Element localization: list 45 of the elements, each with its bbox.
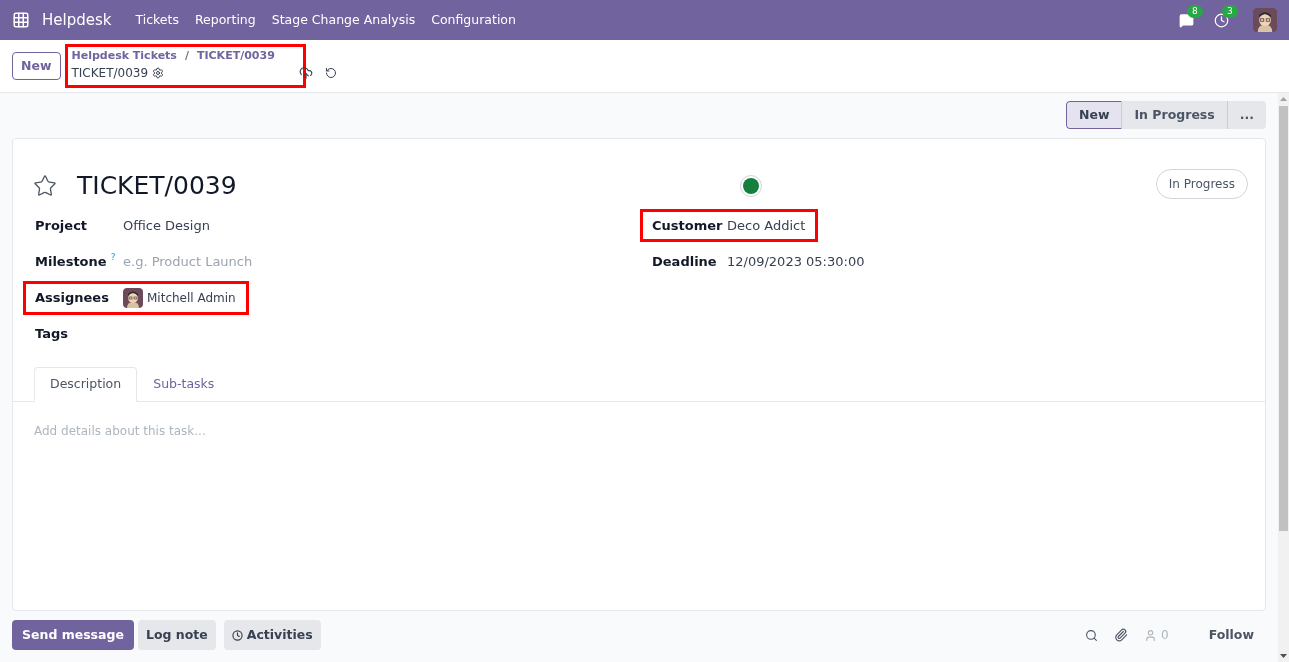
field-label: Project	[35, 216, 88, 235]
activities-icon[interactable]	[1214, 12, 1229, 28]
field-value[interactable]: 12/09/2023 05:30:00	[727, 251, 865, 272]
send-message-button[interactable]: Send message	[12, 620, 134, 650]
menu-item[interactable]: Tickets	[127, 0, 187, 40]
apps-menu-icon[interactable]	[12, 11, 30, 29]
field-label: Assignees	[35, 288, 109, 307]
breadcrumb-link[interactable]: Helpdesk Tickets	[71, 47, 177, 64]
log-note-button[interactable]: Log note	[137, 620, 216, 650]
help-mark[interactable]: ?	[110, 250, 116, 265]
save-icon[interactable]	[298, 66, 313, 80]
breadcrumb-separator: /	[184, 47, 189, 64]
field-value[interactable]: Office Design	[123, 215, 210, 236]
follow-button[interactable]: Follow	[1208, 625, 1254, 645]
ticket-title: TICKET/0039	[77, 170, 237, 202]
favorite-star-icon[interactable]	[33, 173, 57, 198]
search-icon[interactable]	[1085, 628, 1099, 642]
activities-button[interactable]: Activities	[223, 620, 321, 650]
menu-item[interactable]: Stage Change Analysis	[263, 0, 424, 40]
field-label: Deadline	[652, 252, 717, 271]
stage-button[interactable]: New	[1065, 101, 1123, 129]
stage-button[interactable]: ...	[1227, 101, 1266, 129]
record-name: TICKET/0039	[71, 65, 149, 82]
form-tab[interactable]: Description	[34, 366, 138, 402]
menu-item[interactable]: Reporting	[186, 0, 264, 40]
discard-icon[interactable]	[324, 67, 337, 79]
form-tab[interactable]: Sub-tasks	[137, 366, 231, 402]
message-count-badge: 8	[1187, 4, 1203, 18]
user-avatar	[123, 287, 143, 308]
settings-icon[interactable]	[152, 67, 165, 79]
field-value[interactable]: Deco Addict	[727, 215, 806, 236]
breadcrumb-current: TICKET/0039	[196, 47, 275, 64]
stage-button[interactable]: In Progress	[1122, 101, 1228, 129]
app-name[interactable]: Helpdesk	[42, 8, 112, 32]
clock-icon	[231, 629, 243, 641]
field-label: Tags	[35, 324, 68, 343]
user-avatar	[1253, 8, 1277, 32]
scrollbar-drawing[interactable]	[1278, 93, 1289, 662]
menu-item[interactable]: Configuration	[423, 0, 524, 40]
paperclip-icon[interactable]	[1114, 628, 1129, 642]
activity-count-badge: 3	[1222, 4, 1238, 18]
field-label: Milestone	[35, 252, 107, 271]
field-label: Customer	[652, 216, 723, 235]
new-button[interactable]: New	[12, 52, 61, 80]
assignee-name[interactable]: Mitchell Admin	[147, 288, 236, 307]
